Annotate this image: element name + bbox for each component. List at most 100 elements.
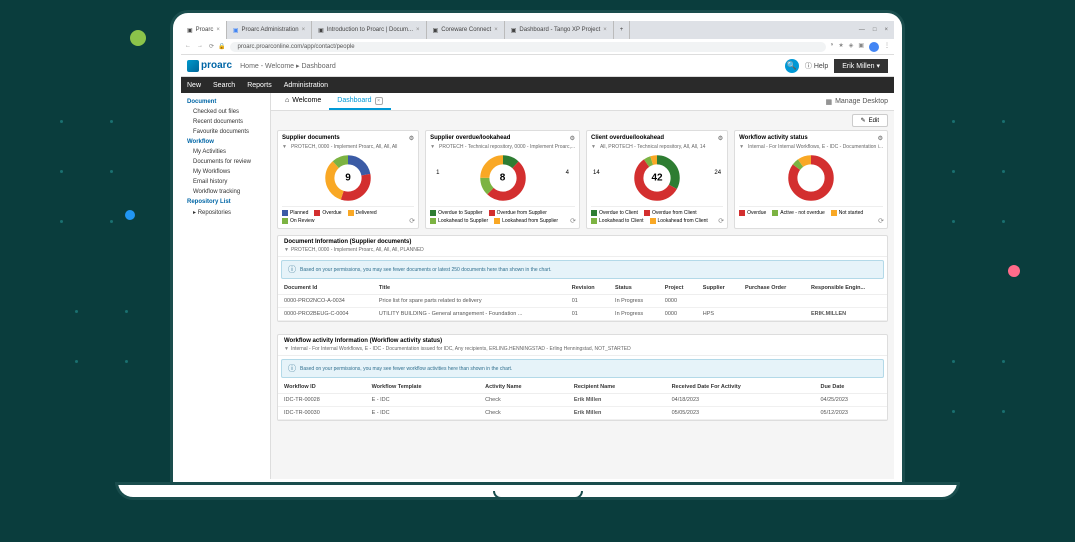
tab-close-icon[interactable]: × [416,27,420,33]
extension-icon[interactable]: ◑ [830,42,834,52]
gear-icon[interactable]: ⚙ [718,135,723,142]
legend: Overdue Active - not overdue Not started [739,206,883,216]
sidebar-item[interactable]: ▸ Repositories [181,207,270,218]
gear-icon[interactable]: ⚙ [878,135,883,142]
menu-administration[interactable]: Administration [284,82,328,89]
decor-dot [125,210,135,220]
col-header[interactable]: Purchase Order [739,282,805,295]
table-row[interactable]: 0000-PRO2BEUG-C-0004UTILITY BUILDING - G… [278,308,887,321]
card-title: Supplier documents [282,135,340,142]
sidebar-section-document[interactable]: Document [181,97,270,107]
legend-swatch [591,218,597,224]
card-title: Client overdue/lookahead [591,135,664,142]
col-header[interactable]: Project [659,282,697,295]
tab-close-icon[interactable]: × [216,27,220,33]
browser-tab[interactable]: ▣Introduction to Proarc | Docum...× [312,21,426,39]
tab-dashboard[interactable]: Dashboard× [329,94,390,110]
legend-swatch [591,210,597,216]
col-header[interactable]: Workflow ID [278,381,366,394]
minimize-icon[interactable]: — [859,27,865,33]
browser-tab[interactable]: ▣Coreware Connect× [427,21,505,39]
browser-tab[interactable]: ▣Proarc× [181,21,227,39]
browser-tab[interactable]: ▣Dashboard - Tango XP Project× [505,21,614,39]
sidebar-item[interactable]: Checked out files [181,107,270,117]
sidebar-section-repository[interactable]: Repository List [181,197,270,207]
menu-new[interactable]: New [187,82,201,89]
donut-chart[interactable] [787,154,835,202]
sidebar-item[interactable]: Favourite documents [181,127,270,137]
refresh-icon[interactable]: ⟳ [718,217,724,225]
decor-dot [1008,265,1020,277]
col-header[interactable]: Revision [566,282,609,295]
new-tab-button[interactable]: + [614,21,631,39]
col-header[interactable]: Status [609,282,659,295]
gear-icon[interactable]: ⚙ [409,135,414,142]
col-header[interactable]: Due Date [814,381,887,394]
col-header[interactable]: Workflow Template [366,381,480,394]
extension-icon[interactable]: ▣ [858,42,864,52]
decor-dot [110,220,113,223]
lock-icon[interactable]: 🔒 [218,43,225,50]
sidebar-item[interactable]: My Workflows [181,167,270,177]
sidebar-item[interactable]: Recent documents [181,117,270,127]
sidebar-item[interactable]: Email history [181,177,270,187]
legend: Overdue to Client Overdue from Client Lo… [591,206,723,224]
tab-close-icon[interactable]: × [494,27,498,33]
help-link[interactable]: ⓘ Help [805,61,828,71]
edit-button[interactable]: ✎Edit [852,114,888,127]
col-header[interactable]: Recipient Name [568,381,666,394]
card-workflow-status: Workflow activity status⚙ Internal - For… [734,130,888,229]
extension-icon[interactable]: ★ [838,42,843,52]
col-header[interactable]: Received Date For Activity [666,381,815,394]
refresh-icon[interactable]: ⟳ [570,217,576,225]
breadcrumb[interactable]: Home - Welcome ▸ Dashboard [240,62,336,70]
panel-filter[interactable]: PROTECH, 0000 - Implement Proarc, All, A… [284,247,881,253]
refresh-icon[interactable]: ⟳ [878,217,884,225]
decor-dot [125,360,128,363]
col-header[interactable]: Document Id [278,282,373,295]
menu-reports[interactable]: Reports [247,82,272,89]
logo[interactable]: proarc [187,60,232,72]
panel-filter[interactable]: Internal - For Internal Workflows, E - I… [284,346,881,352]
chart-label: 24 [714,170,721,176]
col-header[interactable]: Activity Name [479,381,568,394]
info-bar: Based on your permissions, you may see f… [281,260,884,279]
refresh-icon[interactable]: ⟳ [409,217,415,225]
close-icon[interactable]: × [884,27,888,33]
grid-icon: ▦ [825,98,832,106]
decor-dot [1002,360,1005,363]
col-header[interactable]: Title [373,282,566,295]
card-title: Workflow activity status [739,135,808,142]
menu-search[interactable]: Search [213,82,235,89]
tab-welcome[interactable]: ⌂Welcome [277,94,329,109]
card-client-overdue: Client overdue/lookahead⚙ All, PROTECH -… [586,130,728,229]
table-row[interactable]: IDC-TR-00028E - IDCCheckErik Millen04/18… [278,394,887,407]
forward-icon[interactable]: → [197,43,203,50]
home-icon: ⌂ [285,97,289,104]
sidebar-section-workflow[interactable]: Workflow [181,137,270,147]
tab-close-icon[interactable]: × [302,27,306,33]
tab-close-icon[interactable]: × [375,97,383,105]
url-input[interactable]: proarc.proarconline.com/app/contact/peop… [230,42,826,52]
legend-swatch [772,210,778,216]
extension-icon[interactable]: ◈ [849,42,854,52]
col-header[interactable]: Responsible Engin... [805,282,887,295]
user-menu[interactable]: Erik Millen ▾ [834,59,888,73]
tab-close-icon[interactable]: × [603,27,607,33]
browser-tab[interactable]: ▣Proarc Administration× [227,21,312,39]
manage-desktop-button[interactable]: ▦Manage Desktop [825,98,888,106]
search-button[interactable]: 🔍 [785,59,799,73]
back-icon[interactable]: ← [185,43,191,50]
maximize-icon[interactable]: □ [873,27,877,33]
sidebar-item[interactable]: Documents for review [181,157,270,167]
gear-icon[interactable]: ⚙ [570,135,575,142]
profile-avatar-icon[interactable] [869,42,879,52]
table-row[interactable]: IDC-TR-00030E - IDCCheckErik Millen05/05… [278,407,887,420]
reload-icon[interactable]: ⟳ [209,43,214,50]
table-row[interactable]: 0000-PRO2NCO-A-0034Price list for spare … [278,295,887,308]
sidebar-item[interactable]: My Activities [181,147,270,157]
sidebar-item[interactable]: Workflow tracking [181,187,270,197]
col-header[interactable]: Supplier [697,282,739,295]
menu-icon[interactable]: ⋮ [884,42,890,52]
panel-title: Workflow activity Information (Workflow … [284,338,881,344]
